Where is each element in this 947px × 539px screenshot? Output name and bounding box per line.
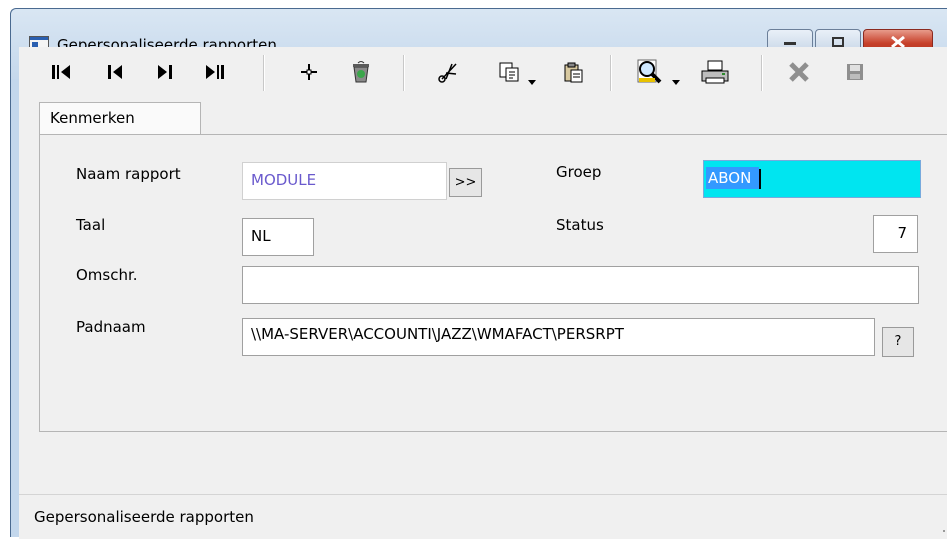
status-field[interactable]: 7: [873, 215, 918, 253]
previous-record-button[interactable]: [99, 56, 131, 88]
next-record-icon: [158, 65, 172, 79]
status-text: Gepersonaliseerde rapporten: [34, 508, 254, 526]
client-area: Kenmerken Naam rapport MODULE >> Groep A…: [19, 47, 947, 539]
copy-button[interactable]: [493, 56, 525, 88]
cancel-button[interactable]: [783, 56, 815, 88]
omschr-field[interactable]: [242, 266, 919, 304]
groep-field[interactable]: ABON: [703, 160, 921, 198]
recycle-bin-icon: [353, 61, 369, 83]
naam-rapport-field[interactable]: MODULE: [242, 162, 447, 200]
last-record-icon: [206, 65, 224, 79]
form-panel: Naam rapport MODULE >> Groep ABON Taal N…: [39, 134, 947, 432]
add-button[interactable]: [293, 56, 325, 88]
next-record-button[interactable]: [149, 56, 181, 88]
delete-button[interactable]: [345, 56, 377, 88]
toolbar-separator: [761, 55, 763, 91]
toolbar: [19, 47, 947, 97]
toolbar-separator: [263, 55, 265, 91]
first-record-button[interactable]: [45, 56, 77, 88]
previous-record-icon: [108, 65, 122, 79]
resize-grip-icon[interactable]: [938, 521, 947, 533]
plus-icon: [301, 64, 317, 80]
toolbar-separator: [403, 55, 405, 91]
cut-button[interactable]: [433, 56, 465, 88]
help-button[interactable]: ?: [882, 327, 914, 357]
printer-icon: [701, 60, 729, 84]
tab-label: Kenmerken: [50, 109, 135, 127]
floppy-icon: [847, 64, 863, 80]
save-button[interactable]: [839, 56, 871, 88]
chevron-down-icon[interactable]: [528, 80, 536, 86]
maximize-icon: [832, 37, 844, 47]
print-button[interactable]: [699, 56, 731, 88]
padnaam-label: Padnaam: [76, 318, 146, 336]
omschr-label: Omschr.: [76, 266, 138, 284]
groep-selected-text: ABON: [706, 167, 760, 189]
magnifier-icon: [637, 59, 662, 84]
copy-icon: [499, 62, 519, 82]
status-label: Status: [556, 216, 604, 234]
clipboard-icon: [564, 62, 583, 83]
groep-label: Groep: [556, 163, 602, 181]
paste-button[interactable]: [557, 56, 589, 88]
padnaam-field[interactable]: \\MA-SERVER\ACCOUNTI\JAZZ\WMAFACT\PERSRP…: [242, 318, 875, 356]
naam-rapport-label: Naam rapport: [76, 165, 181, 183]
taal-field[interactable]: NL: [242, 218, 314, 256]
x-icon: [789, 62, 809, 82]
minimize-icon: [784, 42, 796, 45]
tab-kenmerken[interactable]: Kenmerken: [39, 102, 201, 135]
last-record-button[interactable]: [199, 56, 231, 88]
taal-label: Taal: [76, 216, 106, 234]
scissors-icon: [438, 63, 457, 83]
text-cursor: [759, 168, 762, 189]
browse-report-button[interactable]: >>: [449, 168, 482, 197]
first-record-icon: [52, 65, 70, 79]
status-bar: Gepersonaliseerde rapporten: [19, 494, 947, 539]
chevron-down-icon[interactable]: [672, 80, 680, 86]
app-window: Gepersonaliseerde rapporten Kenmerken Na…: [10, 8, 947, 539]
toolbar-separator: [610, 55, 612, 91]
search-button[interactable]: [633, 56, 665, 88]
